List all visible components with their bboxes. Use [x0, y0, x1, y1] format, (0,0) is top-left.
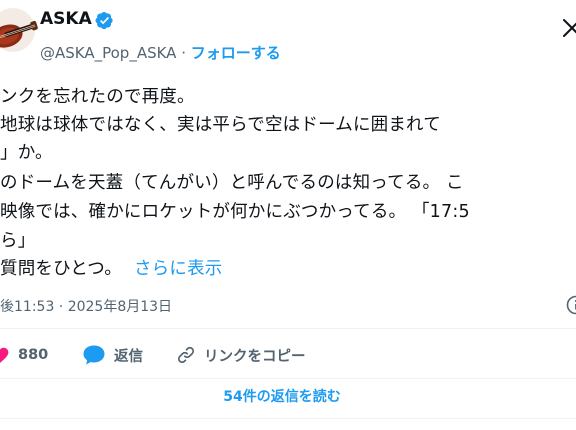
more-icon[interactable]: [560, 16, 576, 40]
tweet-action-bar: 880 返信 リンクをコピー: [0, 340, 576, 370]
author-handle-row: @ASKA_Pop_ASKA · フォローする: [40, 42, 281, 63]
divider: [0, 378, 576, 379]
avatar[interactable]: [0, 8, 38, 52]
verified-badge-icon: [95, 11, 114, 30]
handle-separator: ·: [176, 44, 191, 62]
info-icon[interactable]: [566, 295, 576, 315]
like-count: 880: [18, 347, 49, 363]
read-replies-button[interactable]: 54件の返信を読む: [223, 386, 340, 406]
copy-link-label: リンクをコピー: [204, 348, 306, 365]
reply-label: 返信: [114, 348, 143, 365]
divider: [0, 418, 576, 419]
reply-button[interactable]: 返信: [82, 340, 143, 370]
copy-link-button[interactable]: リンクをコピー: [176, 340, 306, 370]
read-replies-container: 54件の返信を読む: [0, 380, 576, 412]
like-button[interactable]: 880: [0, 340, 48, 370]
author-display-name[interactable]: ASKA: [40, 9, 92, 29]
follow-button[interactable]: フォローする: [191, 44, 281, 62]
link-icon: [177, 346, 195, 364]
tweet-text-line: 地球は球体ではなく、実は平らで空はドーム​に囲まれて: [0, 115, 441, 135]
reply-bubble-icon: [83, 345, 105, 365]
tweet-text-line: ンクを忘れたので再度。: [0, 87, 195, 107]
divider: [0, 328, 576, 329]
tweet-timestamp[interactable]: 後11:53 · 2025年8月13日: [0, 296, 172, 316]
see-more-link[interactable]: さらに表示: [134, 259, 223, 279]
heart-icon: [0, 347, 9, 363]
tweet-text-line: 質問をひとつ。: [0, 259, 122, 279]
tweet-text-line: 映像では、確かにロケットが何かにぶつかってる。 「17:5: [0, 202, 470, 222]
tweet-text-line: ら」: [0, 231, 36, 251]
tweet-text-line: のドームを天蓋（てんがい）と呼んでるのは知ってる。 こ: [0, 173, 464, 193]
tweet-text-last-line: 質問をひとつ。 さらに表示: [0, 256, 222, 283]
tweet-text-line: 」か。: [0, 143, 53, 163]
author-handle[interactable]: @ASKA_Pop_ASKA: [40, 44, 176, 62]
